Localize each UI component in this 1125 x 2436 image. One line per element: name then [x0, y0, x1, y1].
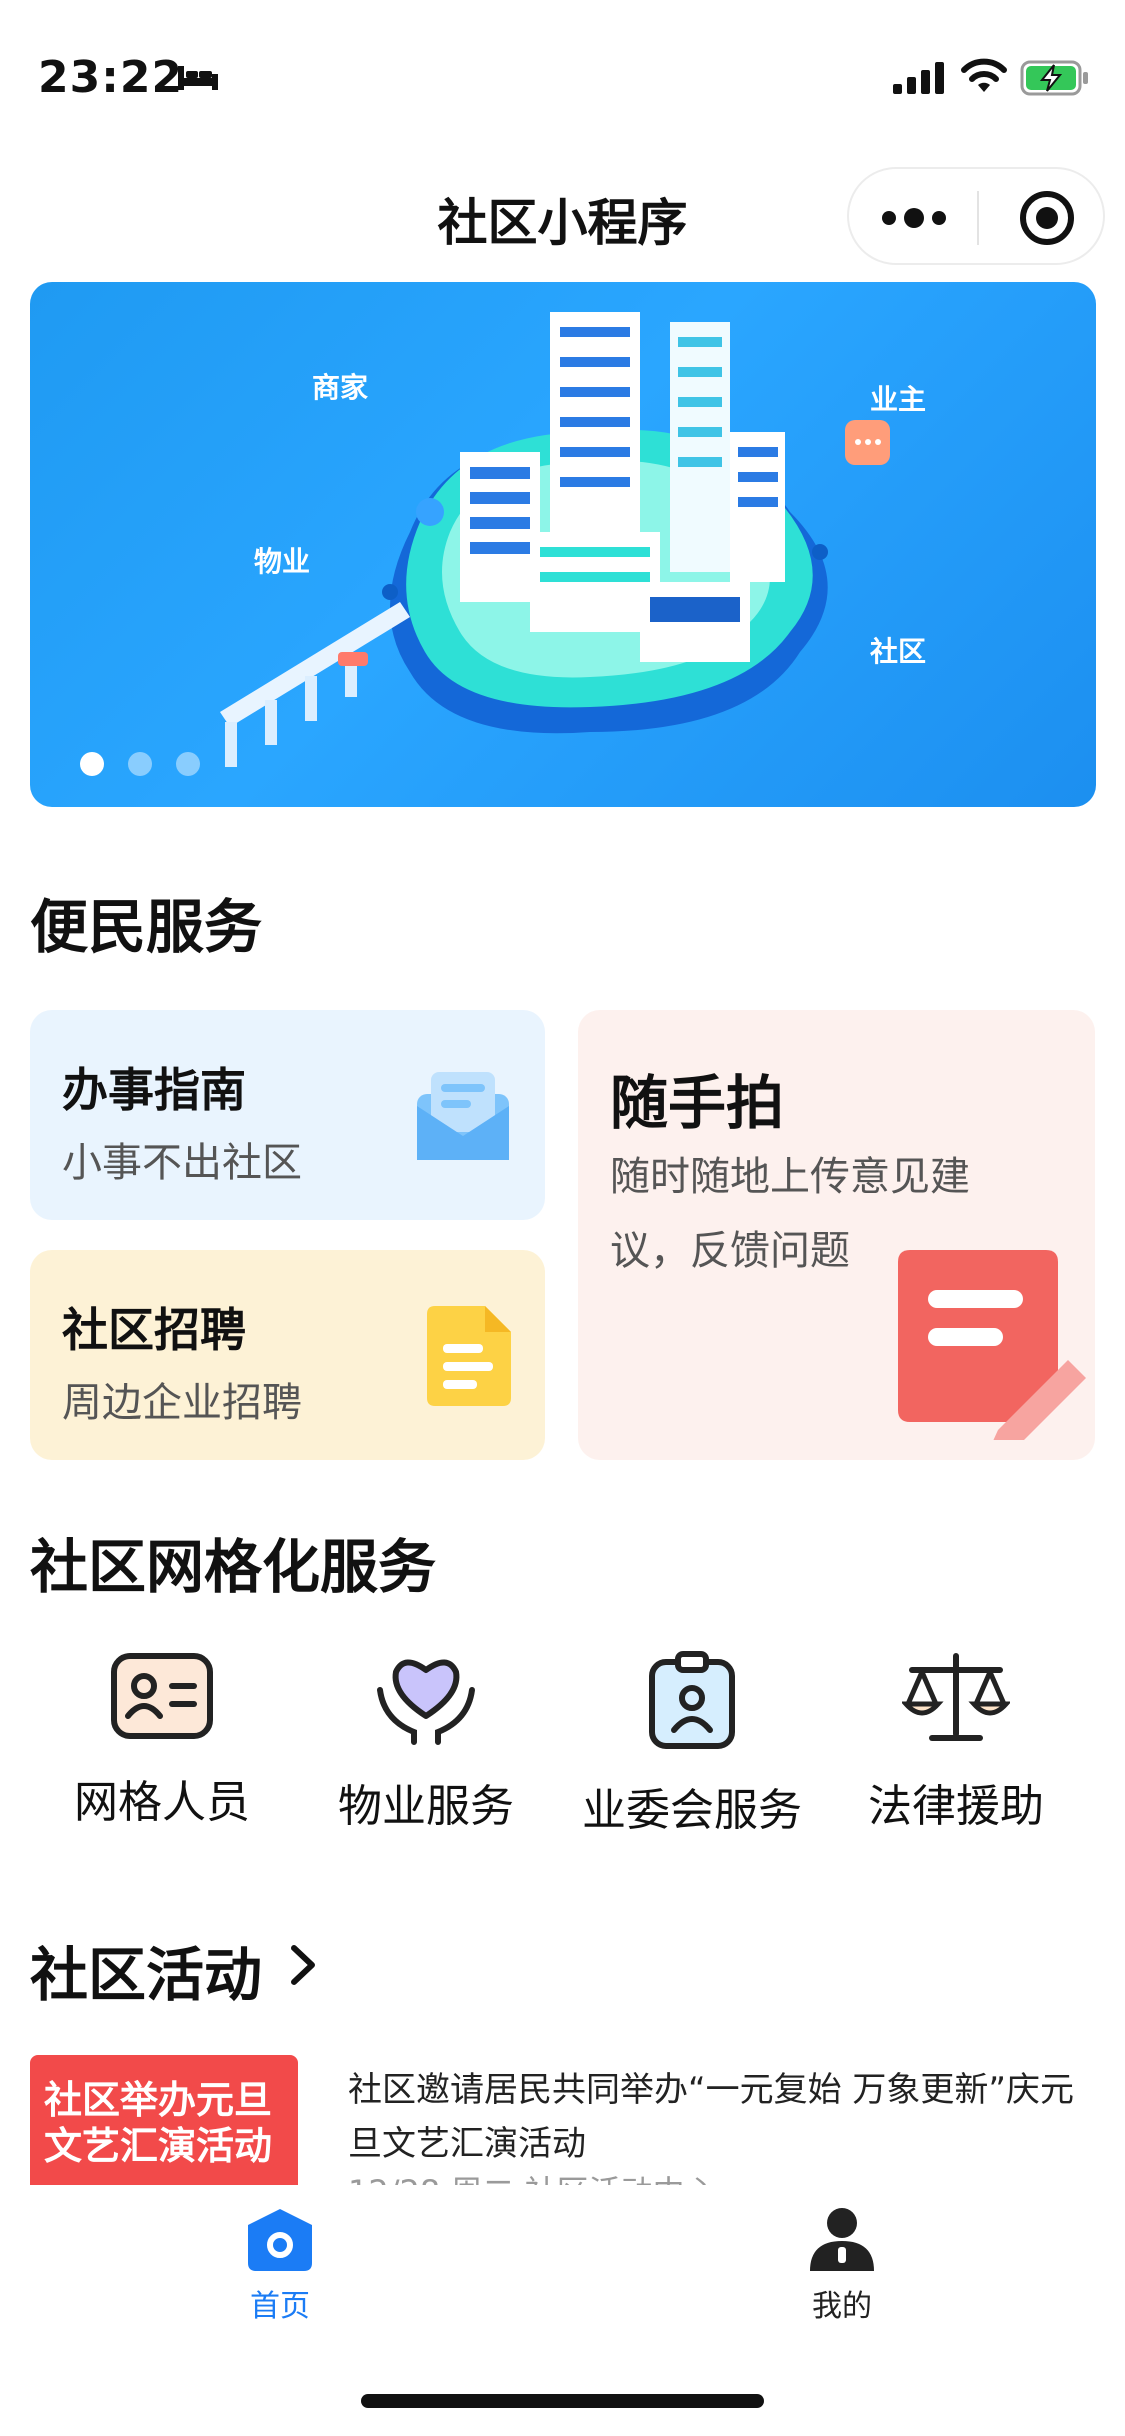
carousel-dots [80, 752, 200, 776]
grid-item-legal[interactable]: 法律援助 [826, 1650, 1086, 1834]
banner-label-community: 社区 [870, 635, 927, 668]
close-target-icon[interactable] [1017, 188, 1077, 248]
card-subtitle: 小事不出社区 [62, 1140, 302, 1186]
tab-home[interactable]: 首页 [180, 2207, 380, 2325]
banner-carousel[interactable]: 商家 业主 物业 社区 [30, 282, 1096, 807]
banner-label-property: 物业 [254, 545, 311, 578]
activity-thumbnail: 社区举办元旦文艺汇演活动 [30, 2055, 298, 2185]
badge-person-icon [649, 1651, 735, 1749]
status-time: 23:22 [38, 52, 184, 103]
document-icon [427, 1306, 511, 1406]
bed-icon [178, 66, 218, 90]
mini-program-capsule [847, 167, 1105, 265]
card-title: 随手拍 [610, 1069, 785, 1137]
wifi-icon [961, 58, 1007, 92]
home-indicator [361, 2394, 764, 2408]
tab-bar: 首页 我的 [0, 2185, 1125, 2436]
home-icon [248, 2209, 312, 2271]
activity-list-item[interactable]: 社区举办元旦文艺汇演活动 社区邀请居民共同举办“一元复始 万象更新”庆元旦文艺汇… [30, 2055, 1096, 2185]
carousel-dot[interactable] [128, 752, 152, 776]
signal-icon [893, 62, 944, 94]
chevron-right-icon[interactable] [288, 1942, 318, 1988]
status-bar: 23:22 [0, 0, 1125, 150]
tab-home-label: 首页 [250, 2289, 310, 2324]
grid-item-label: 业委会服务 [582, 1785, 802, 1836]
tab-mine[interactable]: 我的 [742, 2207, 942, 2325]
user-icon [810, 2208, 874, 2271]
tab-mine-label: 我的 [812, 2289, 872, 2324]
scales-icon [902, 1653, 1010, 1741]
capsule-divider [977, 191, 979, 245]
note-pen-icon [898, 1250, 1086, 1440]
service-card-snapshot[interactable]: 随手拍 随时随地上传意见建议，反馈问题 [578, 1010, 1095, 1460]
grid-item-label: 法律援助 [868, 1781, 1044, 1832]
service-card-recruit[interactable]: 社区招聘 周边企业招聘 [30, 1250, 545, 1460]
carousel-dot[interactable] [176, 752, 200, 776]
battery-charging-icon [1020, 60, 1088, 96]
carousel-dot[interactable] [80, 752, 104, 776]
section-title-convenience: 便民服务 [30, 893, 263, 961]
mail-icon [417, 1072, 509, 1160]
grid-item-label: 网格人员 [74, 1777, 250, 1828]
card-title: 办事指南 [62, 1063, 246, 1117]
section-title-activity[interactable]: 社区活动 [30, 1928, 262, 2012]
grid-item-staff[interactable]: 网格人员 [32, 1650, 292, 1830]
banner-label-merchant: 商家 [312, 371, 369, 404]
card-title: 社区招聘 [62, 1303, 246, 1357]
grid-item-property[interactable]: 物业服务 [296, 1650, 556, 1834]
grid-item-label: 物业服务 [338, 1781, 514, 1832]
activity-thumbnail-text: 社区举办元旦文艺汇演活动 [44, 2078, 273, 2168]
id-card-icon [111, 1653, 213, 1739]
activity-meta: 12/28 周二 社区活动中心 [348, 2167, 717, 2185]
banner-label-owner: 业主 [870, 383, 927, 416]
activity-title: 社区邀请居民共同举办“一元复始 万象更新”庆元旦文艺汇演活动 [348, 2070, 1075, 2164]
grid-item-committee[interactable]: 业委会服务 [562, 1650, 822, 1838]
city-illustration [220, 312, 890, 767]
heart-hands-icon [377, 1659, 475, 1745]
grid-service-list: 网格人员 物业服务 业委会服务 法律援助 [0, 1650, 1125, 1850]
more-icon[interactable] [879, 193, 949, 243]
section-title-grid: 社区网格化服务 [30, 1533, 437, 1601]
card-subtitle: 周边企业招聘 [62, 1380, 302, 1426]
service-card-guide[interactable]: 办事指南 小事不出社区 [30, 1010, 545, 1220]
